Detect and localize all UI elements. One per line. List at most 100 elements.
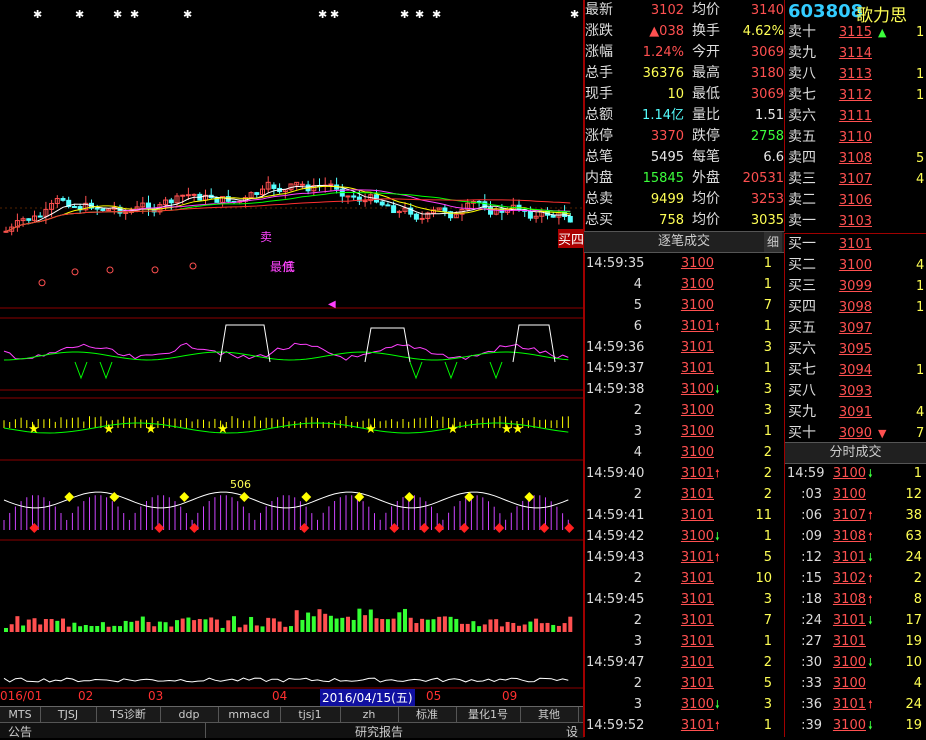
stat-label: 现手 [585,86,613,102]
tick-price: 3101 [680,508,714,523]
minute-tick-row: :39 3100 🠗 19 [784,715,926,736]
order-level[interactable]: 买八 3093 [788,381,926,402]
stat-label: 量比 [692,107,720,123]
volume-bar [499,626,504,632]
volume-bar [26,619,31,632]
order-level[interactable]: 买三 3099 1 [788,276,926,297]
date-label-mar: 03 [148,689,164,703]
announcement-button[interactable]: 公告 [8,723,32,740]
volume-bar [283,626,288,632]
tab-tjsj[interactable]: TJSJ [40,707,97,723]
order-level-label: 买四 [788,299,816,315]
bottom-divider [205,723,206,738]
tab-mts[interactable]: MTS [0,707,41,723]
minute-tick-price: 3100 [832,676,866,691]
tick-row: 14:59:41 3101 11 [584,505,784,526]
tick-price: 3101 [680,655,714,670]
volume-bar [243,624,248,632]
minute-tick-time: :18 [801,592,822,607]
order-level-volume: 7 [916,426,925,441]
order-level-label: 买六 [788,341,816,357]
arrow-up-icon: 🠕 [715,467,720,480]
minute-tick-price: 3101 [832,613,866,628]
volume-bar [425,619,430,632]
kline-chart-svg[interactable]: ✱ ✱ ✱ ✱ ✱ ✱ ✱ ✱ ✱ ✱ ✱★ ★ ★ ★ ★ ★ ★ ★◀ [0,0,584,706]
kline-chart-area[interactable]: ✱ ✱ ✱ ✱ ✱ ✱ ✱ ✱ ✱ ✱ ✱ ★ ★ ★ ★ ★ ★ ★ ★ ◀ [0,0,584,706]
minute-tick-price: 3101 [832,550,866,565]
volume-bar [123,620,128,632]
volume-bar [209,617,214,632]
order-level[interactable]: 卖六 3111 [788,106,926,127]
tick-row: 3 3100 1 [584,421,784,442]
order-level[interactable]: 买六 3095 [788,339,926,360]
order-level[interactable]: 卖七 3112 1 [788,85,926,106]
research-report-button[interactable]: 研究报告 [355,723,403,740]
volume-bar [517,625,521,632]
order-level[interactable]: 卖九 3114 [788,43,926,64]
oscillator-spike [444,361,458,380]
tab-zh[interactable]: zh [340,707,399,723]
arrow-up-icon: 🠕 [868,509,873,522]
stat-value: 10 [667,87,684,102]
order-level[interactable]: 买五 3097 [788,318,926,339]
volume-bar [562,623,567,632]
stat-row: 最新 3102 均价 3140 [584,0,784,21]
minute-panel-header: 分时成交 [785,442,926,464]
tab-ddp[interactable]: ddp [160,707,219,723]
order-level[interactable]: 买一 3101 [788,234,926,255]
tick-price: 3100 [680,445,714,460]
order-level[interactable]: 卖五 3110 [788,127,926,148]
order-level[interactable]: 卖十 3115 ▲ 1 [788,22,926,43]
stat-label: 总笔 [585,149,613,165]
order-level[interactable]: 买十 3090 ▼ 7 [788,423,926,444]
tab-other[interactable]: 其他 [520,707,579,723]
order-level[interactable]: 买九 3091 4 [788,402,926,423]
order-level[interactable]: 卖八 3113 1 [788,64,926,85]
volume-bar [328,615,333,632]
candle-body [299,183,305,186]
order-level[interactable]: 买七 3094 1 [788,360,926,381]
order-level[interactable]: 买四 3098 1 [788,297,926,318]
tick-detail-button[interactable]: 细 [764,232,782,252]
candle-body [168,199,174,204]
tick-time: 2 [633,613,642,628]
minute-tick-row: :15 3102 🠕 2 [784,568,926,589]
order-level[interactable]: 卖三 3107 4 [788,169,926,190]
tab-quant1[interactable]: 量化1号 [456,707,521,723]
order-level-volume: 4 [916,258,925,273]
tick-row: 6 3101 🠕 1 [584,316,784,337]
order-level-label: 买一 [788,236,816,252]
stat-value: 2758 [750,129,784,144]
tab-tjsj1[interactable]: tjsj1 [280,707,341,723]
tab-mmacd[interactable]: mmacd [218,707,281,723]
tick-price: 3101 [680,361,714,376]
tab-ts-diagnosis[interactable]: TS诊断 [96,707,161,723]
stat-label: 涨停 [585,128,613,144]
tick-volume: 1 [763,319,772,334]
order-level[interactable]: 买二 3100 4 [788,255,926,276]
order-level-label: 卖三 [788,171,816,187]
order-level[interactable]: 卖四 3108 5 [788,148,926,169]
minute-panel-title: 分时成交 [829,445,882,460]
order-level-price: 3097 [838,321,872,336]
date-label-feb: 02 [78,689,94,703]
minute-tick-volume: 4 [913,676,922,691]
order-level[interactable]: 卖一 3103 [788,211,926,232]
oscillator-line [3,351,569,361]
tab-standard[interactable]: 标准 [398,707,457,723]
tick-volume: 3 [763,403,772,418]
tick-time: 5 [633,298,642,313]
minute-tick-row: :18 3108 🠕 8 [784,589,926,610]
order-level-price: 3098 [838,300,872,315]
stat-row: 总笔 5495 每笔 6.6 [584,147,784,168]
order-level[interactable]: 卖二 3106 [788,190,926,211]
candle-body [180,194,186,197]
minute-tick-price: 3100 [832,487,866,502]
tick-price: 3100 [680,697,714,712]
marker-star-icon: ✱ [130,8,139,21]
level-arrow-icon: ▼ [878,427,887,440]
order-level-label: 卖二 [788,192,816,208]
settings-button[interactable]: 设 [566,723,578,740]
order-level-label: 买三 [788,278,816,294]
tick-row: 14:59:35 3100 1 [584,253,784,274]
